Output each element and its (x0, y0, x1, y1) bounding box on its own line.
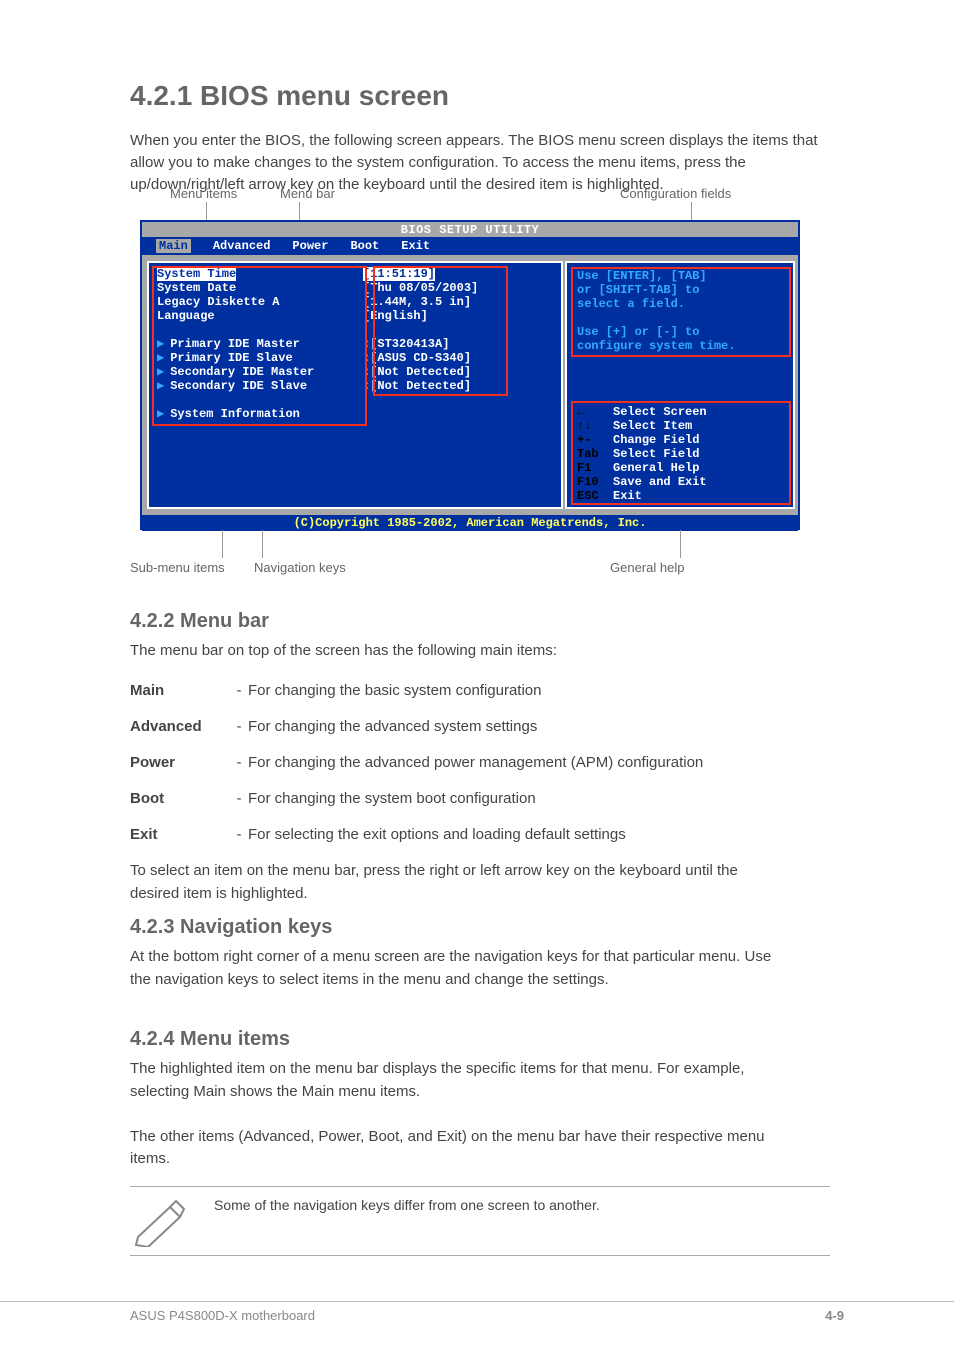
callout-config-fields: Configuration fields (620, 186, 790, 201)
bios-nav-keys: ← Select Screen↑↓ Select Item+- Change F… (567, 405, 717, 503)
note-icon (130, 1195, 190, 1247)
tab-exit[interactable]: Exit (401, 239, 430, 253)
tab-advanced[interactable]: Advanced (213, 239, 271, 253)
bios-title: BIOS SETUP UTILITY (142, 222, 798, 237)
bios-row[interactable]: System Date[Thu 08/05/2003] (149, 281, 561, 295)
callout-line (222, 530, 223, 558)
callout-menu-items: Menu items (170, 186, 237, 201)
bios-row[interactable]: ▶Primary IDE Master:[ST320413A] (149, 337, 561, 351)
bios-help-text: Use [ENTER], [TAB] or [SHIFT-TAB] to sel… (567, 263, 793, 353)
callout-navkeys: Navigation keys (254, 560, 346, 575)
menubar-item-advanced: Advanced-For changing the advanced syste… (130, 716, 790, 739)
menuitems-text: The highlighted item on the menu bar dis… (130, 1058, 790, 1171)
bios-copyright: (C)Copyright 1985-2002, American Megatre… (142, 515, 798, 531)
nav-key-icon: ESC (577, 489, 613, 503)
submenu-icon: ▶ (157, 351, 170, 365)
menubar-item-exit: Exit-For selecting the exit options and … (130, 824, 790, 847)
bios-menu-bar[interactable]: Main Advanced Power Boot Exit (142, 237, 798, 255)
note-block: Some of the navigation keys differ from … (130, 1186, 830, 1256)
footer-right: 4-9 (825, 1308, 954, 1323)
bios-row[interactable]: ▶Primary IDE Slave:[ASUS CD-S340] (149, 351, 561, 365)
bios-row[interactable] (149, 323, 561, 337)
bios-right-panel: Use [ENTER], [TAB] or [SHIFT-TAB] to sel… (565, 261, 795, 509)
menuitems-heading: 4.2.4 Menu items (130, 1028, 290, 1051)
tab-main[interactable]: Main (156, 239, 191, 253)
nav-key-icon: ← (577, 405, 613, 419)
nav-key-icon: ↑↓ (577, 419, 613, 433)
callout-general-help: General help (610, 560, 684, 575)
callout-line (262, 530, 263, 558)
callout-submenu: Sub-menu items (130, 560, 225, 575)
menubar-tail: To select an item on the menu bar, press… (130, 860, 790, 905)
tab-power[interactable]: Power (292, 239, 328, 253)
callout-menu-bar: Menu bar (280, 186, 335, 201)
navkeys-heading: 4.2.3 Navigation keys (130, 916, 332, 939)
menubar-item-power: Power-For changing the advanced power ma… (130, 752, 790, 775)
bios-row[interactable]: ▶Secondary IDE Slave:[Not Detected] (149, 379, 561, 393)
bios-row[interactable] (149, 393, 561, 407)
bios-row[interactable]: ▶System Information (149, 407, 561, 421)
footer-left: ASUS P4S800D-X motherboard (0, 1308, 315, 1323)
submenu-icon: ▶ (157, 365, 170, 379)
menubar-intro: The menu bar on top of the screen has th… (130, 640, 790, 663)
menubar-heading: 4.2.2 Menu bar (130, 610, 269, 633)
submenu-icon: ▶ (157, 407, 170, 421)
nav-key-icon: +- (577, 433, 613, 447)
submenu-icon: ▶ (157, 379, 170, 393)
note-text: Some of the navigation keys differ from … (214, 1195, 600, 1216)
page-footer: ASUS P4S800D-X motherboard 4-9 (0, 1301, 954, 1323)
bios-left-panel: System Time[11:51:19]System Date[Thu 08/… (147, 261, 563, 509)
nav-key-icon: F1 (577, 461, 613, 475)
bios-screen: BIOS SETUP UTILITY Main Advanced Power Boot… (140, 220, 800, 530)
nav-key-icon: Tab (577, 447, 613, 461)
menubar-item-main: Main-For changing the basic system confi… (130, 680, 790, 703)
bios-row[interactable]: Legacy Diskette A[1.44M, 3.5 in] (149, 295, 561, 309)
bios-row[interactable]: System Time[11:51:19] (149, 267, 561, 281)
callout-line (680, 530, 681, 558)
menubar-item-boot: Boot-For changing the system boot config… (130, 788, 790, 811)
bios-row[interactable]: ▶Secondary IDE Master:[Not Detected] (149, 365, 561, 379)
nav-key-icon: F10 (577, 475, 613, 489)
tab-boot[interactable]: Boot (350, 239, 379, 253)
section-heading: 4.2.1 BIOS menu screen (130, 80, 449, 112)
submenu-icon: ▶ (157, 337, 170, 351)
navkeys-text: At the bottom right corner of a menu scr… (130, 946, 790, 991)
bios-row[interactable]: Language[English] (149, 309, 561, 323)
